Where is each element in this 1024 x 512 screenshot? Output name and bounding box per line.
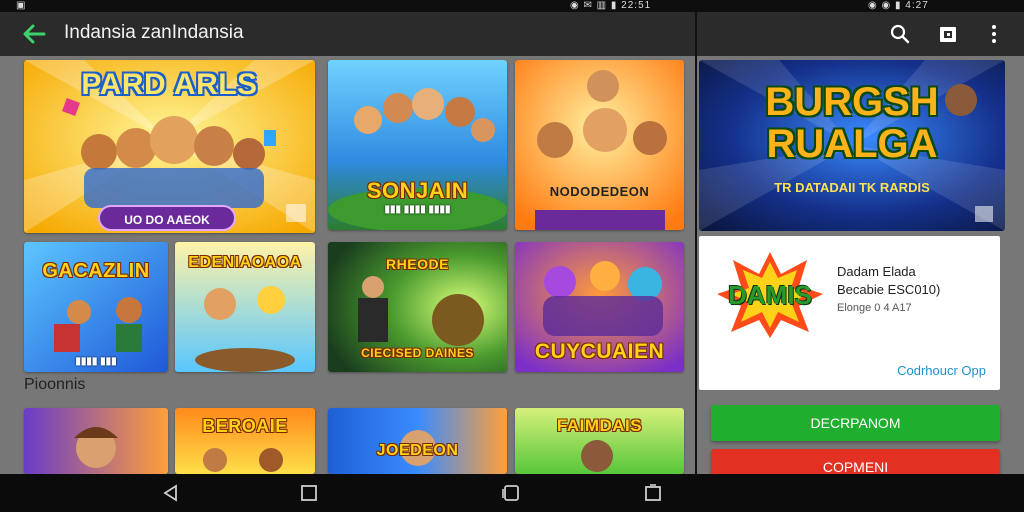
game-tile[interactable]: CUYCUAIEN: [515, 242, 684, 372]
app-info-card: DAMIS Dadam Elada Becabie ESC010) Elonge…: [699, 236, 1000, 390]
game-tile[interactable]: RHEODE CIECISED DAINES: [328, 242, 507, 372]
status-icons-left-pane: ◉ ✉ ▥ ▮ 22:51: [570, 0, 652, 11]
game-subtitle: ▮▮▮▮ ▮▮▮: [75, 356, 117, 367]
game-tile[interactable]: JOEDEON: [328, 408, 507, 474]
game-artwork: [328, 408, 507, 474]
status-icons-right-pane: ◉ ◉ ▮ 4:27: [868, 0, 929, 11]
game-tile[interactable]: PARD ARLS UO DO AAEOK: [24, 60, 315, 233]
game-title: PARD ARLS: [81, 68, 258, 101]
game-tile[interactable]: [24, 408, 168, 474]
app-toolbar: Indansia zanIndansia: [0, 12, 695, 56]
install-button[interactable]: DECRPANOM: [711, 405, 1000, 441]
game-tile[interactable]: FAIMDAIS: [515, 408, 684, 474]
open-app-link[interactable]: Codrhoucr Opp: [897, 363, 986, 378]
back-arrow-icon[interactable]: [20, 22, 48, 46]
nav-recents-icon[interactable]: [502, 484, 520, 502]
store-icon[interactable]: [937, 23, 959, 45]
game-title: FAIMDAIS: [556, 416, 643, 435]
game-title: CUYCUAIEN: [534, 340, 665, 363]
app-name: Dadam Elada: [837, 264, 916, 279]
game-title: SONJAIN: [366, 178, 469, 203]
game-tile[interactable]: EDENIAOAOA: [175, 242, 315, 372]
app-logo-text: DAMIS: [728, 280, 812, 310]
nav-back-icon[interactable]: [162, 484, 180, 502]
game-title: EDENIAOAOA: [188, 254, 302, 271]
app-logo: DAMIS: [715, 250, 825, 340]
game-title: RHEODE: [386, 256, 449, 272]
detail-toolbar: [697, 12, 1024, 56]
game-tile[interactable]: SONJAIN ▮▮▮ ▮▮▮▮ ▮▮▮▮: [328, 60, 507, 230]
game-title: GACAZLIN: [42, 260, 150, 282]
search-icon[interactable]: [889, 23, 911, 45]
game-title: BEROAIE: [202, 416, 288, 436]
notification-icon: ▣: [16, 0, 26, 11]
app-developer: Becabie ESC010): [837, 282, 941, 297]
banner-subtitle: TR DATADAII TK RARDIS: [774, 180, 930, 195]
game-subtitle: ▮▮▮ ▮▮▮▮ ▮▮▮▮: [384, 204, 451, 215]
corner-badge: [286, 204, 306, 222]
game-artwork: [515, 60, 684, 230]
game-title: JOEDEON: [376, 442, 459, 459]
game-store-pane: Indansia zanIndansia PARD ARLS UO DO AAE…: [0, 12, 695, 474]
nav-overview-icon[interactable]: [644, 484, 662, 502]
page-title: Indansia zanIndansia: [64, 22, 244, 43]
game-tile[interactable]: BEROAIE: [175, 408, 315, 474]
game-title: NODODEDEON: [549, 184, 650, 199]
section-heading: Pioonnis: [24, 376, 86, 393]
system-nav-bar: [0, 474, 1024, 512]
featured-banner[interactable]: BURGSH RUALGA TR DATADAII TK RARDIS: [699, 60, 1005, 231]
banner-title-line2: RUALGA: [766, 122, 938, 166]
game-tile[interactable]: NODODEDEON: [515, 60, 684, 230]
nav-home-icon[interactable]: [300, 484, 318, 502]
app-detail-pane: BURGSH RUALGA TR DATADAII TK RARDIS DAMI…: [697, 12, 1024, 485]
overflow-menu-icon[interactable]: [983, 23, 1005, 45]
game-artwork: [24, 408, 168, 474]
download-button[interactable]: UO DO AAEOK: [98, 205, 236, 231]
game-subtitle: CIECISED DAINES: [361, 346, 474, 360]
status-bar: ▣ ◉ ✉ ▥ ▮ 22:51 ◉ ◉ ▮ 4:27: [0, 0, 1024, 12]
game-tile[interactable]: GACAZLIN ▮▮▮▮ ▮▮▮: [24, 242, 168, 372]
app-meta: Elonge 0 4 A17: [837, 302, 912, 314]
banner-title-line1: BURGSH: [765, 80, 939, 124]
